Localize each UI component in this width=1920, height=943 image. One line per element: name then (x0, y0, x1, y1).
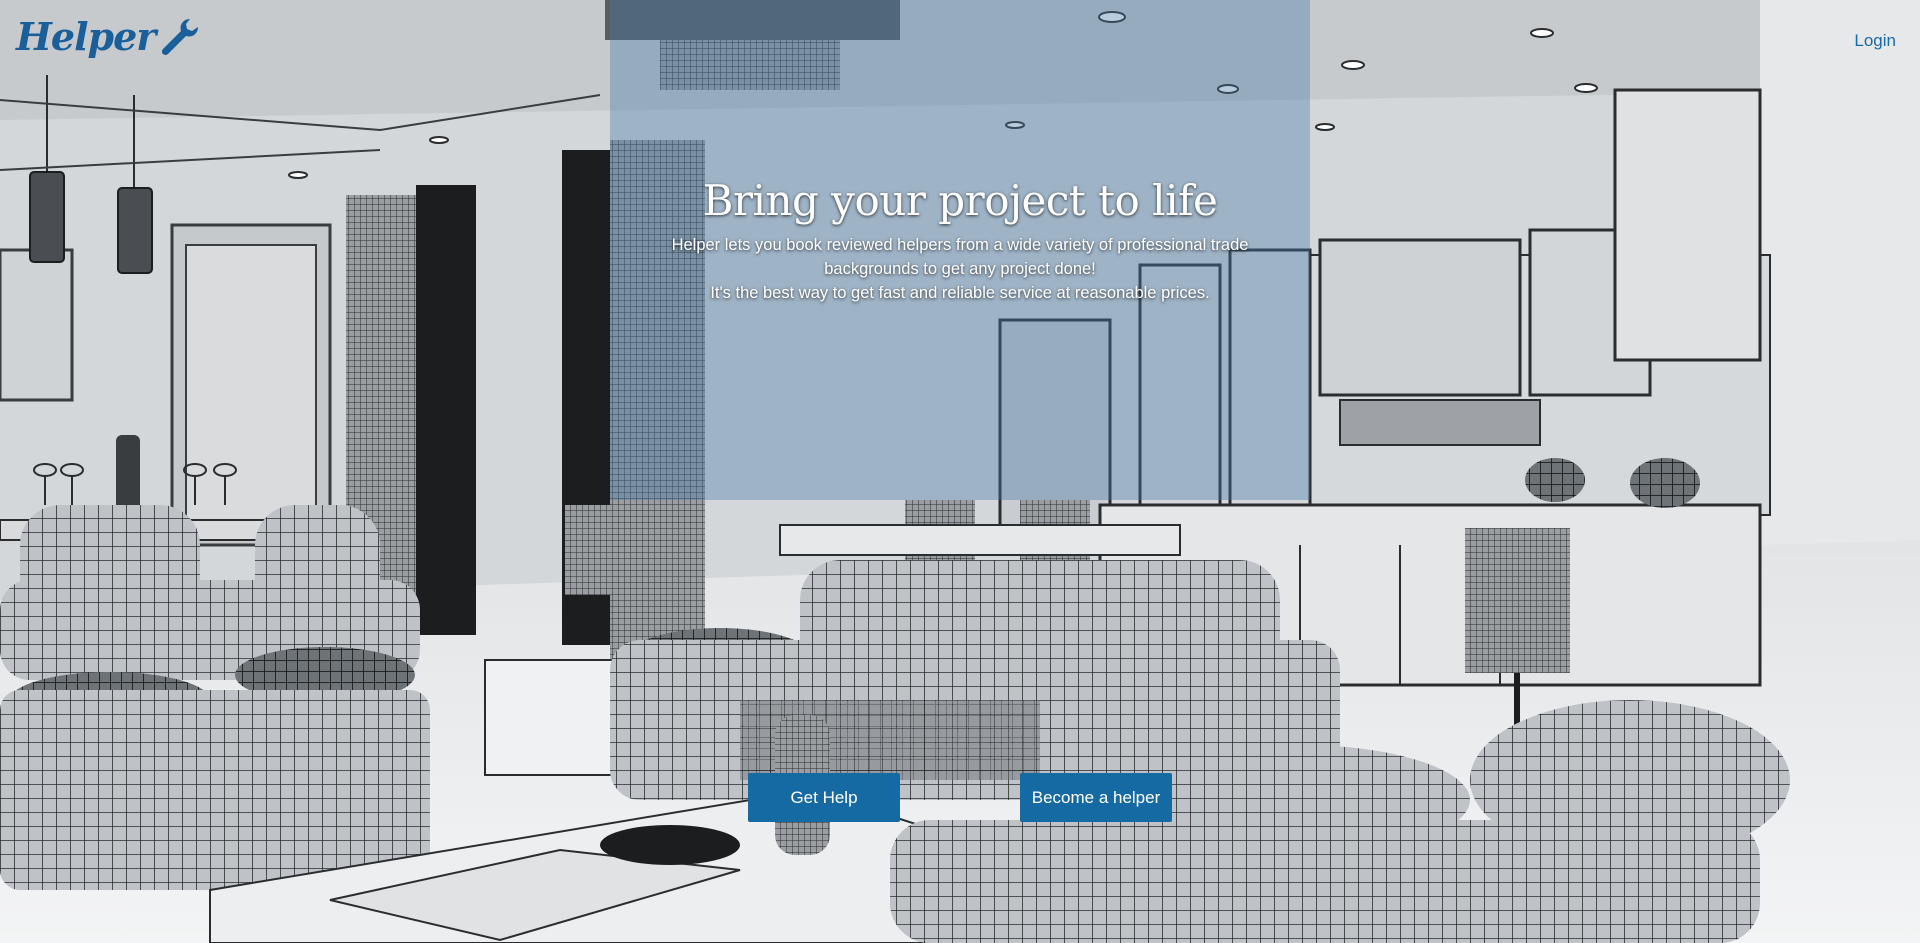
hero-description: Helper lets you book reviewed helpers fr… (660, 233, 1260, 305)
hero-description-line2: It's the best way to get fast and reliab… (710, 284, 1210, 302)
get-help-button[interactable]: Get Help (748, 773, 900, 822)
hero-description-line1: Helper lets you book reviewed helpers fr… (671, 236, 1249, 278)
hero-section: Bring your project to life Helper lets y… (610, 176, 1310, 305)
logo[interactable]: Helper (16, 14, 201, 59)
hero-title: Bring your project to life (702, 176, 1218, 225)
logo-text: Helper (16, 14, 156, 59)
become-helper-button[interactable]: Become a helper (1020, 773, 1172, 822)
login-link[interactable]: Login (1854, 31, 1896, 51)
wrench-icon (162, 18, 199, 55)
